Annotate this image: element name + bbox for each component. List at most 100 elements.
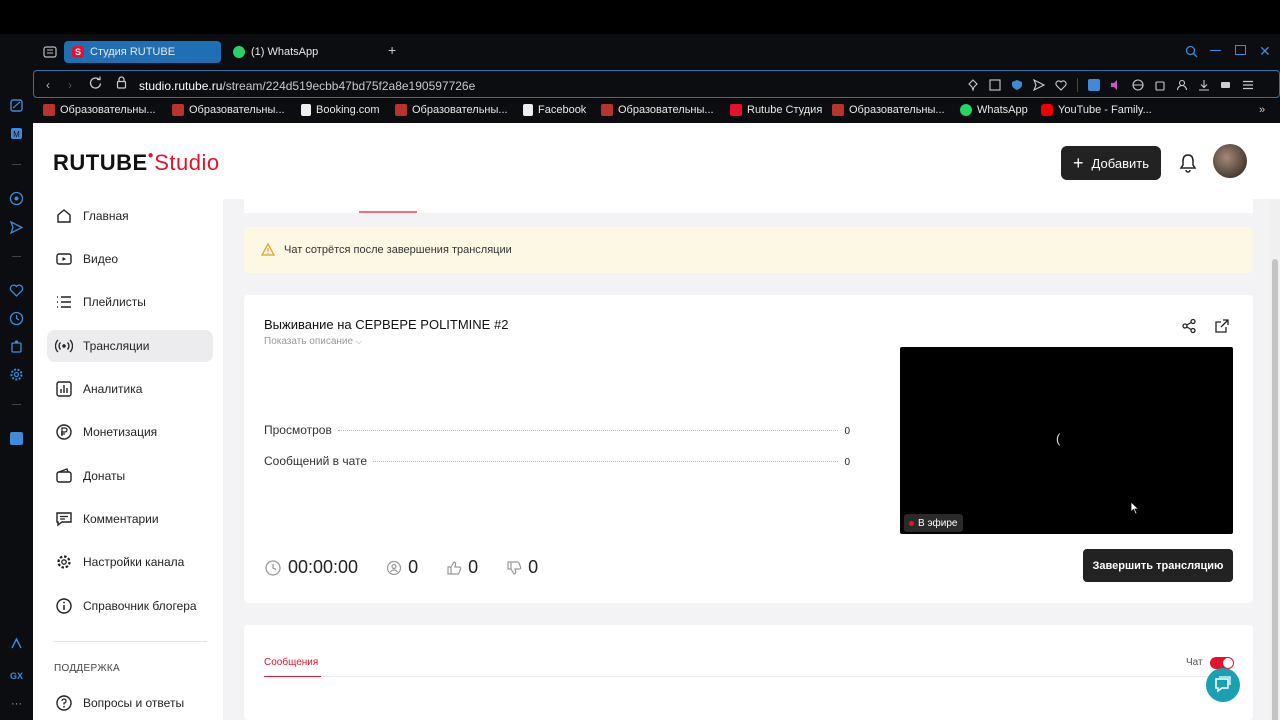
sidebar-item-donations[interactable]: Донаты [47, 460, 213, 492]
bookmarks-overflow-icon[interactable]: » [1259, 104, 1265, 116]
active-tab-indicator [359, 211, 417, 213]
clock-icon [265, 559, 281, 576]
show-description-toggle[interactable]: Показать описание ⌵ [264, 336, 362, 347]
pin-icon[interactable] [967, 79, 979, 91]
sidebar-separator [12, 404, 21, 405]
heart-icon[interactable] [9, 283, 24, 298]
share-icon[interactable] [1181, 318, 1197, 339]
sidebar-item-comments[interactable]: Комментарии [47, 503, 213, 535]
add-button[interactable]: + Добавить [1061, 146, 1161, 180]
sidebar-item-monetization[interactable]: Монетизация [47, 416, 213, 448]
sidebar-item-blogger-guide[interactable]: Справочник блогера [47, 590, 213, 622]
bookmark[interactable]: Facebook [523, 104, 586, 116]
snapshot-icon[interactable] [989, 79, 1001, 91]
sidebar-app-icon[interactable]: M [9, 126, 24, 141]
new-tab-button[interactable]: + [388, 43, 400, 57]
sidebar-item-label: Плейлисты [83, 295, 146, 309]
more-icon[interactable]: ··· [9, 697, 24, 712]
sidebar-item-analytics[interactable]: Аналитика [47, 373, 213, 405]
bookmark[interactable]: Образовательны... [395, 104, 508, 116]
vpn-icon[interactable] [1132, 79, 1144, 91]
warning-icon [261, 243, 275, 256]
top-tabs-strip [244, 199, 1253, 213]
minimize-button[interactable] [1210, 50, 1221, 51]
help-chat-button[interactable] [1206, 668, 1240, 702]
bookmark[interactable]: Образовательны... [832, 104, 945, 116]
bookmarks-bar: Образовательны... Образовательны... Book… [33, 99, 1280, 123]
battery-icon[interactable] [1220, 79, 1232, 91]
send-icon[interactable] [9, 220, 24, 235]
bookmark-label: WhatsApp [977, 104, 1028, 116]
sidebar-item-broadcasts[interactable]: Трансляции [47, 330, 213, 362]
reload-icon[interactable] [89, 76, 102, 94]
account-icon[interactable] [1176, 79, 1188, 91]
end-stream-button[interactable]: Завершить трансляцию [1083, 549, 1233, 582]
bookmark[interactable]: YouTube - Family... [1041, 104, 1152, 116]
bell-icon[interactable] [1177, 152, 1199, 174]
maximize-button[interactable] [1235, 45, 1246, 55]
heart-icon[interactable] [1055, 79, 1067, 91]
url-text[interactable]: studio.rutube.ru/stream/224d519ecbb47bd7… [139, 79, 475, 93]
translate-icon[interactable] [1088, 79, 1100, 91]
bookmark[interactable]: Rutube Студия [730, 104, 822, 116]
tab-whatsapp[interactable]: (1) WhatsApp [225, 41, 385, 63]
rutube-favicon-icon: S [72, 46, 84, 58]
settings-icon[interactable] [9, 367, 24, 382]
toolbar-divider [1077, 78, 1078, 92]
alert-text: Чат сотрётся после завершения трансляции [284, 244, 512, 256]
download-icon[interactable] [1198, 79, 1210, 91]
sidebar-item-home[interactable]: Главная [47, 200, 213, 232]
sidebar-item-video[interactable]: Видео [47, 243, 213, 275]
search-tabs-icon[interactable] [1185, 45, 1198, 63]
stream-card: Выживание на СЕРВЕРЕ POLITMINE #2 Показа… [244, 295, 1253, 603]
rutube-studio-logo[interactable]: RUTUBE●Studio [53, 150, 220, 176]
gx-icon[interactable]: GX [9, 669, 24, 684]
back-icon[interactable]: ‹ [46, 78, 50, 92]
bookmark[interactable]: Booking.com [301, 104, 380, 116]
send-icon[interactable] [1033, 79, 1045, 91]
sidebar-item-faq[interactable]: Вопросы и ответы [47, 687, 213, 719]
translate-icon[interactable] [9, 431, 24, 446]
bookmark[interactable]: Образовательны... [172, 104, 285, 116]
stream-player[interactable]: ( В эфире [900, 347, 1233, 534]
puzzle-icon[interactable] [1154, 79, 1166, 91]
bookmark[interactable]: Образовательны... [601, 104, 714, 116]
tab-menu-icon[interactable] [43, 45, 57, 63]
stream-metrics: 00:00:00 0 0 0 [264, 557, 566, 578]
history-icon[interactable] [9, 311, 24, 326]
stat-chat-messages: Сообщений в чате 0 [264, 454, 850, 468]
menu-icon[interactable] [1242, 79, 1254, 91]
analytics-icon [56, 381, 72, 397]
url-path: /stream/224d519ecbb47bd75f2a8e190597726e [222, 79, 476, 93]
avatar[interactable] [1213, 144, 1247, 178]
tab-rutube-studio[interactable]: S Студия RUTUBE [64, 41, 221, 63]
sidebar-item-channel-settings[interactable]: Настройки канала [47, 546, 213, 578]
bookmark[interactable]: Образовательны... [43, 104, 156, 116]
audio-icon[interactable] [1110, 79, 1122, 91]
lock-icon[interactable] [116, 76, 127, 94]
sidebar-app-icon[interactable] [9, 98, 24, 113]
gear-icon [57, 555, 71, 569]
sidebar-item-playlists[interactable]: Плейлисты [47, 286, 213, 318]
scrollbar-thumb[interactable] [1272, 259, 1278, 720]
ai-icon[interactable] [9, 636, 24, 651]
external-link-icon[interactable] [1214, 318, 1230, 339]
home-icon [57, 209, 71, 223]
active-tab-underline [264, 676, 321, 677]
shield-icon[interactable] [1011, 79, 1023, 91]
forward-icon[interactable]: › [68, 78, 72, 92]
dislikes-value: 0 [528, 557, 539, 577]
url-box[interactable]: ‹ › studio.rutube.ru/stream/224d519ecbb4… [33, 70, 1280, 98]
bookmark[interactable]: WhatsApp [960, 104, 1028, 116]
play-circle-icon[interactable] [9, 191, 24, 206]
address-toolbar [967, 78, 1254, 92]
close-window-button[interactable]: ✕ [1259, 43, 1271, 60]
bookmark-favicon-icon [601, 104, 613, 116]
sidebar-item-label: Аналитика [83, 382, 143, 396]
live-badge: В эфире [904, 514, 963, 532]
page-scrollbar[interactable] [1270, 199, 1280, 720]
plus-icon: + [1073, 153, 1084, 173]
tab-messages[interactable]: Сообщения [264, 657, 318, 668]
extensions-icon[interactable] [9, 339, 24, 354]
end-stream-label: Завершить трансляцию [1092, 559, 1224, 572]
